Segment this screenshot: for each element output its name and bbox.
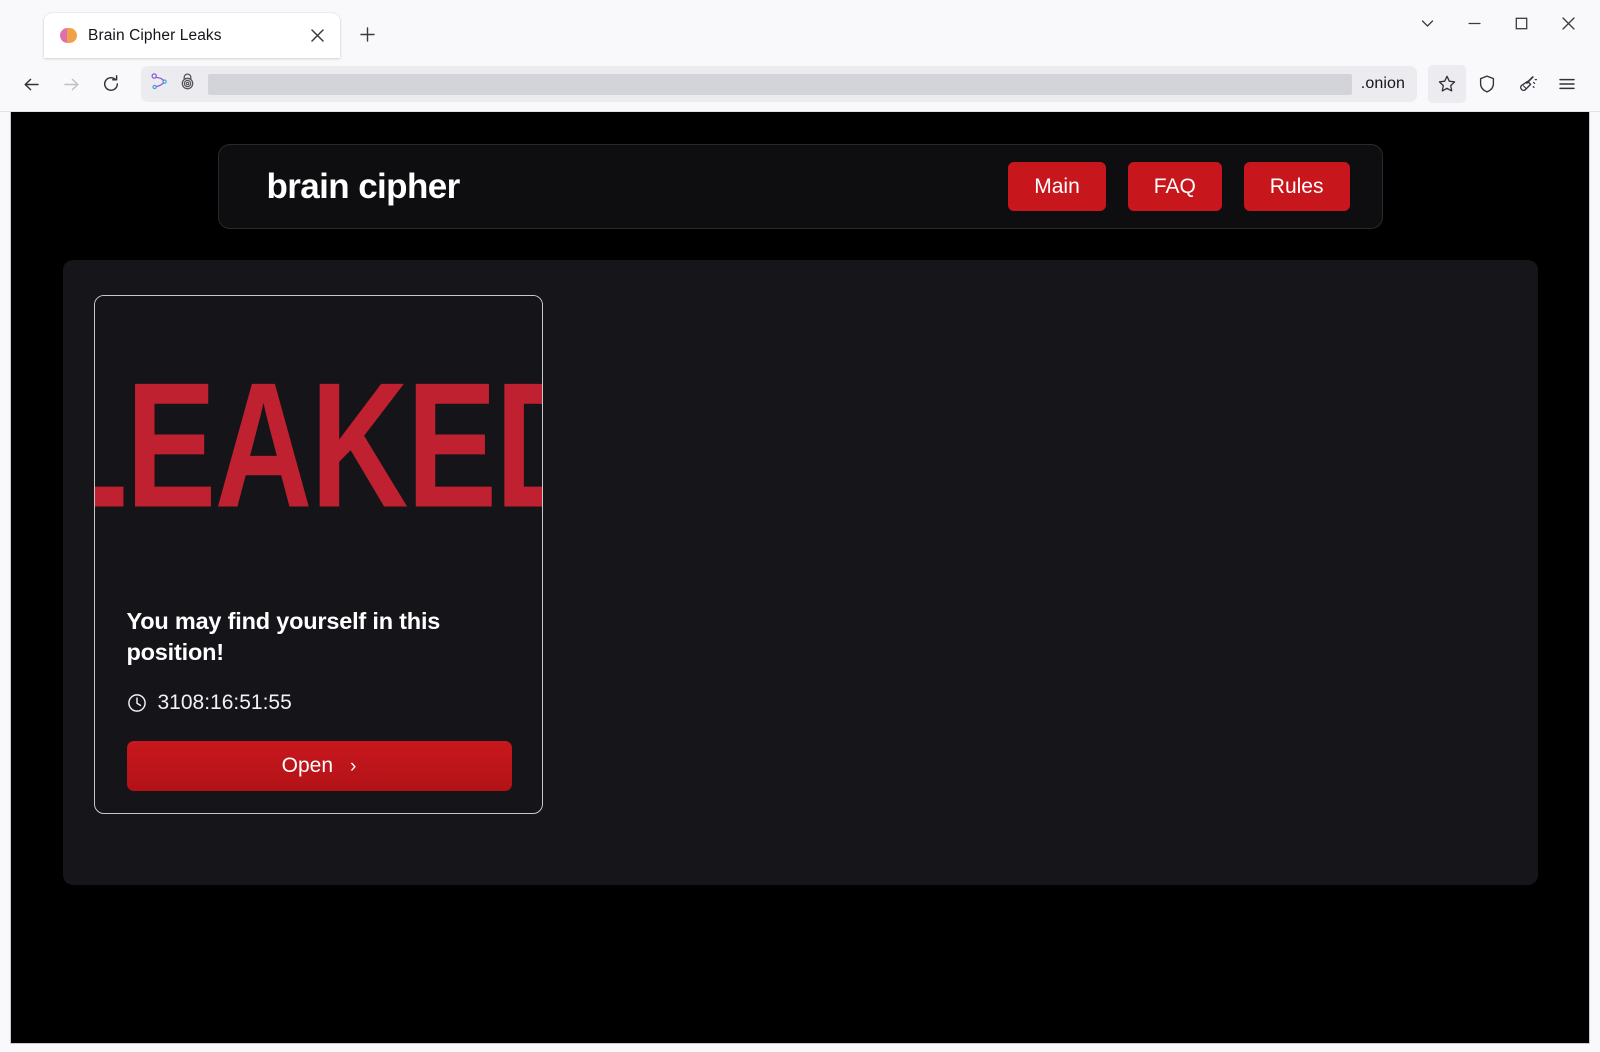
address-bar-redacted-url	[208, 74, 1352, 95]
browser-window: Brain Cipher Leaks	[0, 0, 1600, 1052]
forward-arrow-icon	[52, 65, 90, 103]
nav-faq-button[interactable]: FAQ	[1128, 162, 1222, 211]
browser-tab[interactable]: Brain Cipher Leaks	[44, 13, 340, 58]
nav-rules-button[interactable]: Rules	[1244, 162, 1350, 211]
leak-countdown: 3108:16:51:55	[127, 691, 510, 715]
star-icon[interactable]	[1428, 65, 1466, 103]
brain-favicon-icon	[60, 27, 77, 44]
address-bar[interactable]: .onion	[141, 66, 1417, 102]
reload-icon[interactable]	[92, 65, 130, 103]
leak-card[interactable]: LEAKED You may find yourself in this pos…	[94, 295, 543, 814]
leak-card-title: You may find yourself in this position!	[127, 606, 457, 668]
site-brand-title: brain cipher	[267, 167, 460, 207]
leak-thumbnail: LEAKED	[95, 296, 542, 594]
toolbar-actions	[1428, 65, 1586, 103]
leak-card-body: You may find yourself in this position! …	[95, 594, 542, 791]
onion-lock-icon[interactable]	[178, 72, 197, 96]
site-nav: Main FAQ Rules	[1008, 162, 1349, 211]
page-viewport: brain cipher Main FAQ Rules LEAKED You m…	[10, 112, 1590, 1044]
tab-title: Brain Cipher Leaks	[88, 27, 293, 45]
tab-list-chevron-down-icon[interactable]	[1404, 0, 1451, 46]
leaks-content-panel: LEAKED You may find yourself in this pos…	[63, 260, 1538, 885]
leak-open-label: Open	[282, 754, 333, 778]
new-tab-button[interactable]	[350, 17, 384, 51]
tor-circuit-icon[interactable]	[150, 72, 169, 96]
window-controls	[1404, 0, 1592, 46]
site-header: brain cipher Main FAQ Rules	[218, 144, 1383, 229]
hamburger-menu-icon[interactable]	[1548, 65, 1586, 103]
clock-icon	[127, 693, 147, 713]
broom-icon[interactable]	[1508, 65, 1546, 103]
leak-open-button[interactable]: Open ›	[127, 741, 512, 791]
leaked-stamp-text: LEAKED	[95, 356, 542, 534]
tab-close-icon[interactable]	[304, 23, 330, 49]
leak-countdown-value: 3108:16:51:55	[158, 691, 292, 715]
maximize-icon[interactable]	[1498, 0, 1545, 46]
window-close-icon[interactable]	[1545, 0, 1592, 46]
shield-icon[interactable]	[1468, 65, 1506, 103]
chevron-right-icon: ›	[350, 757, 356, 776]
navigation-toolbar: .onion	[0, 57, 1600, 112]
back-arrow-icon[interactable]	[12, 65, 50, 103]
address-bar-tld: .onion	[1361, 75, 1407, 93]
tab-strip: Brain Cipher Leaks	[0, 0, 1600, 57]
nav-main-button[interactable]: Main	[1008, 162, 1106, 211]
minimize-icon[interactable]	[1451, 0, 1498, 46]
